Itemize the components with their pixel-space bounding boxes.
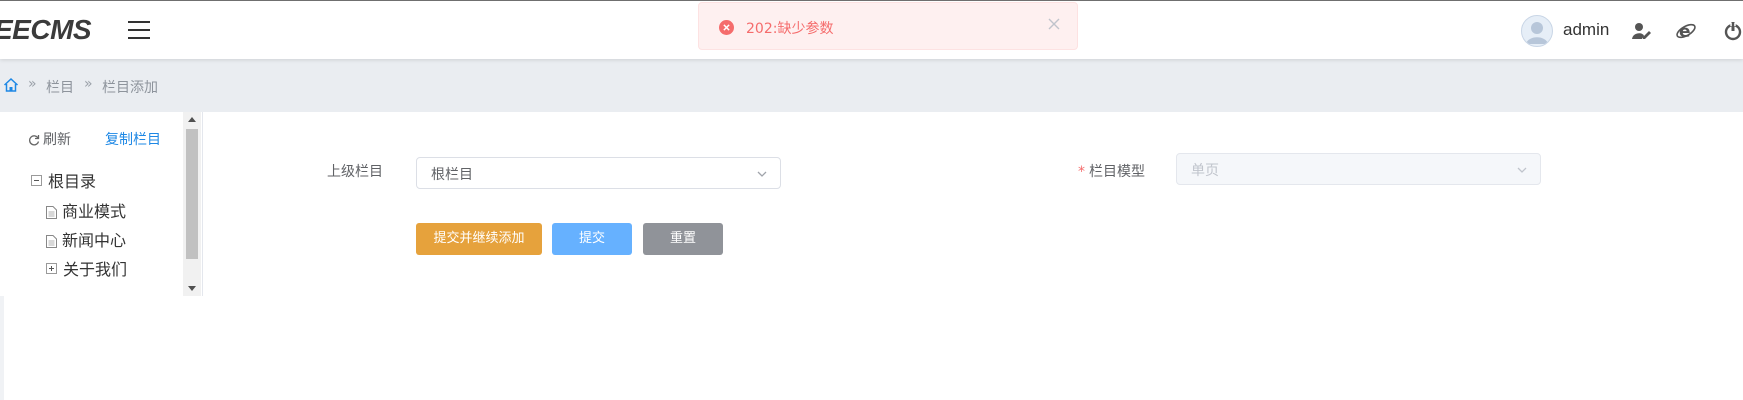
breadcrumb-separator: » [84, 76, 93, 92]
scrollbar-thumb[interactable] [186, 129, 198, 259]
parent-column-select[interactable]: 根栏目 [416, 157, 781, 189]
parent-column-value: 根栏目 [431, 167, 473, 183]
tree-node-news-center[interactable]: 新闻中心 [46, 227, 126, 251]
tree-node-label: 新闻中心 [62, 231, 127, 250]
avatar[interactable] [1521, 15, 1553, 47]
collapse-icon[interactable] [31, 175, 42, 186]
browser-ie-icon[interactable]: e [1675, 20, 1697, 42]
refresh-button[interactable]: 刷新 [28, 129, 71, 149]
tree-node-label: 关于我们 [63, 260, 128, 279]
tree-node-label: 商业模式 [62, 202, 127, 221]
error-toast: 202:缺少参数 [698, 2, 1078, 50]
expand-icon[interactable] [46, 263, 57, 274]
column-tree-panel: 刷新 复制栏目 根目录 商业模式 新闻中心 关于我们 [4, 112, 203, 296]
column-model-label: * 栏目模型 [1078, 161, 1145, 181]
app-logo: EECMS [0, 14, 92, 45]
column-model-select: 单页 [1176, 153, 1541, 185]
error-circle-icon [719, 20, 734, 35]
tree-node-about-us[interactable]: 关于我们 [46, 256, 127, 280]
document-icon [46, 235, 57, 248]
tree-node-root[interactable]: 根目录 [31, 168, 96, 192]
submit-button[interactable]: 提交 [552, 223, 632, 255]
user-edit-icon[interactable] [1630, 20, 1652, 42]
chevron-down-icon [1517, 167, 1527, 173]
column-model-label-text: 栏目模型 [1089, 164, 1145, 180]
document-icon [46, 206, 57, 219]
breadcrumb-item-column[interactable]: 栏目 [46, 77, 74, 97]
scroll-up-arrow-icon[interactable] [188, 117, 196, 122]
tree-scrollbar[interactable] [183, 112, 201, 296]
home-icon[interactable] [3, 77, 19, 93]
submit-and-continue-button[interactable]: 提交并继续添加 [416, 223, 542, 255]
refresh-label: 刷新 [43, 132, 71, 148]
column-model-value: 单页 [1191, 163, 1219, 179]
breadcrumb-separator: » [28, 76, 37, 92]
close-icon[interactable] [1047, 17, 1061, 31]
required-mark: * [1078, 164, 1085, 180]
tree-node-business-model[interactable]: 商业模式 [46, 198, 126, 222]
refresh-icon [29, 135, 40, 146]
menu-toggle-icon[interactable] [128, 21, 150, 39]
chevron-down-icon [757, 171, 767, 177]
breadcrumb-item-column-add: 栏目添加 [102, 80, 158, 96]
parent-column-label: 上级栏目 [327, 164, 383, 180]
username[interactable]: admin [1563, 20, 1609, 40]
tree-node-label: 根目录 [48, 172, 97, 191]
sidebar-edge [0, 296, 4, 400]
scroll-down-arrow-icon[interactable] [188, 286, 196, 291]
breadcrumb: » 栏目 » 栏目添加 [0, 59, 1743, 112]
toast-message: 202:缺少参数 [746, 21, 834, 37]
power-icon[interactable] [1722, 20, 1743, 42]
copy-column-link[interactable]: 复制栏目 [105, 129, 161, 149]
reset-button[interactable]: 重置 [643, 223, 723, 255]
